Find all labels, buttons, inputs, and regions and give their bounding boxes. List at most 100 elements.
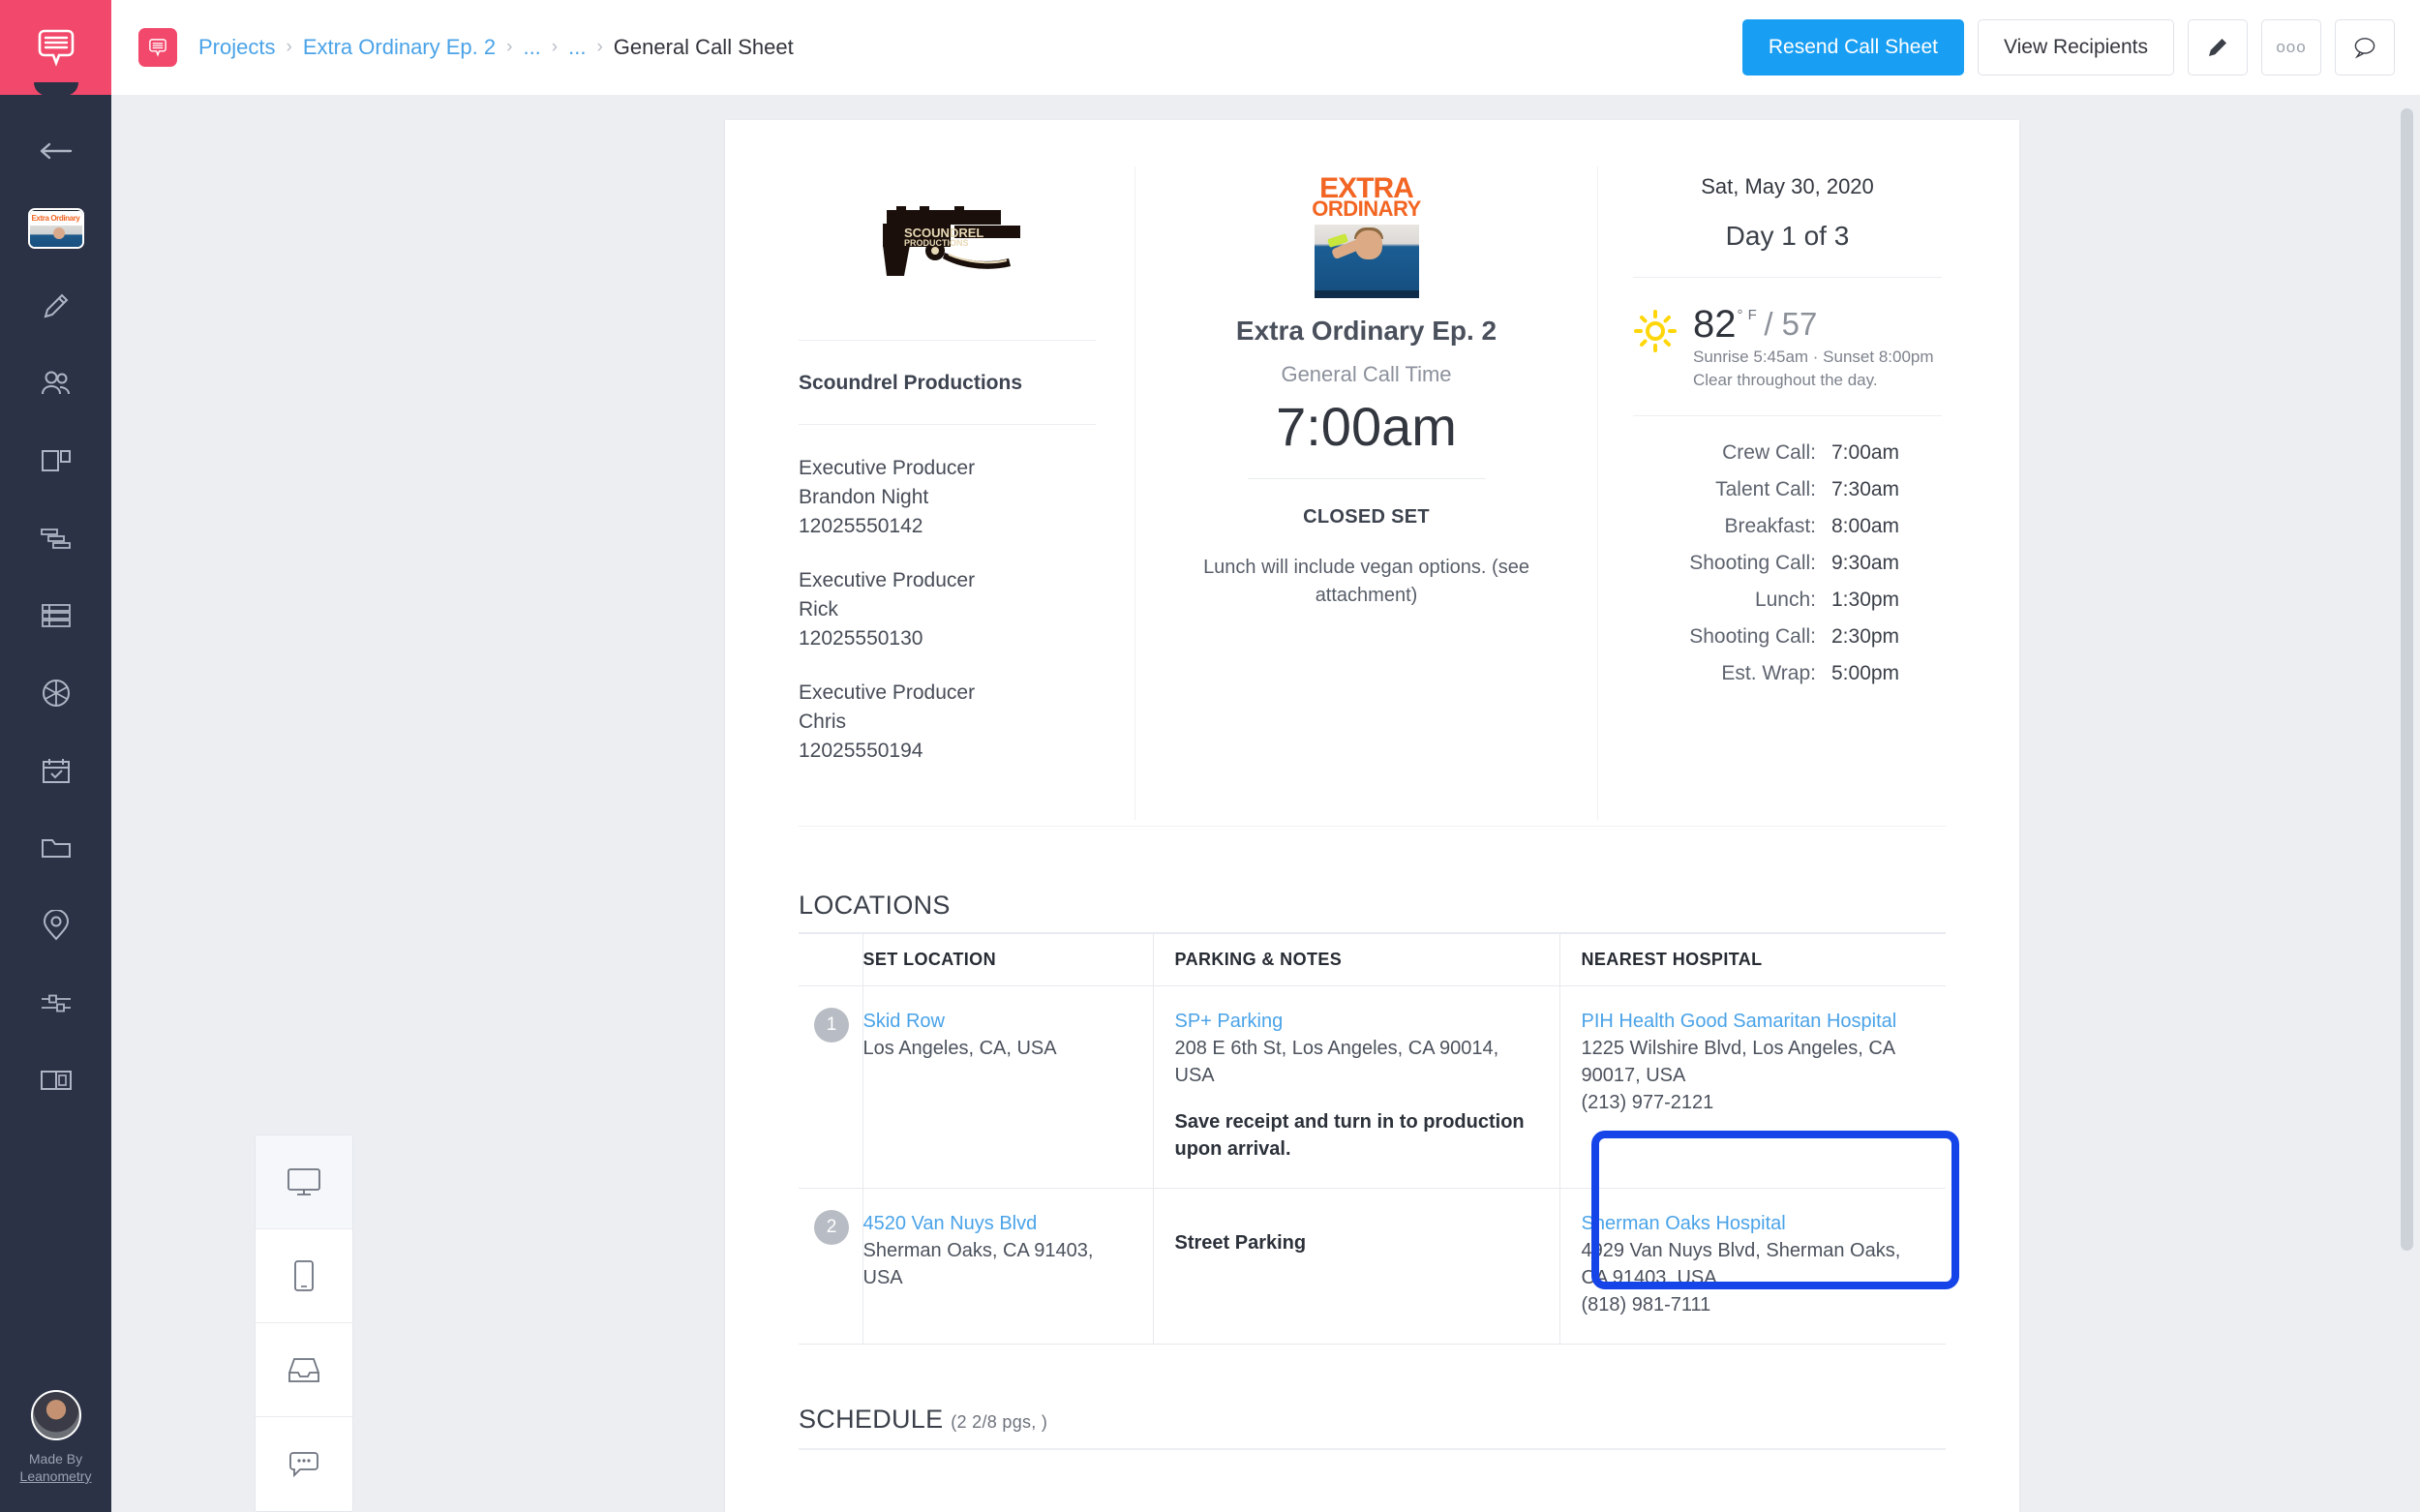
breadcrumb-separator: › bbox=[596, 37, 603, 57]
calendar-check-icon bbox=[42, 759, 70, 783]
toolbox-item-desktop[interactable] bbox=[256, 1135, 352, 1229]
set-location-address: Sherman Oaks, CA 91403, USA bbox=[862, 1240, 1094, 1288]
call-time-label: Breakfast: bbox=[1724, 515, 1816, 537]
sidebar-item-back[interactable] bbox=[0, 112, 111, 190]
locations-table: SET LOCATION PARKING & NOTES NEAREST HOS… bbox=[799, 932, 1946, 1345]
call-time-label: Est. Wrap: bbox=[1721, 662, 1816, 684]
columns-icon bbox=[41, 450, 71, 471]
call-time-label: Lunch: bbox=[1754, 589, 1816, 611]
call-time-value: 9:30am bbox=[1831, 552, 1900, 574]
breadcrumb-separator: › bbox=[506, 37, 513, 57]
top-bar-actions: Resend Call Sheet View Recipients ooo bbox=[1741, 19, 2395, 76]
call-time-column: EXTRA ORDINARY Extra Ordinary Ep. 2 Gene… bbox=[1135, 166, 1598, 820]
shoot-date: Sat, May 30, 2020 bbox=[1701, 174, 1874, 198]
hospital-phone: (213) 977-2121 bbox=[1581, 1092, 1714, 1113]
nearest-hospital-cell: Sherman Oaks Hospital 4929 Van Nuys Blvd… bbox=[1559, 1188, 1946, 1345]
closed-set-label: CLOSED SET bbox=[1303, 506, 1430, 528]
view-recipients-button[interactable]: View Recipients bbox=[1977, 19, 2174, 76]
production-company-name: Scoundrel Productions bbox=[799, 372, 1023, 394]
divider bbox=[799, 424, 1096, 425]
breadcrumb-item-ellipsis-2[interactable]: ... bbox=[568, 35, 586, 60]
sidebar-item-files[interactable] bbox=[0, 809, 111, 887]
breadcrumb-item-projects[interactable]: Projects bbox=[198, 35, 275, 60]
parking-address: 208 E 6th St, Los Angeles, CA 90014, USA bbox=[1174, 1038, 1499, 1086]
sidebar-item-reports[interactable] bbox=[0, 654, 111, 732]
sidebar-item-settings[interactable] bbox=[0, 964, 111, 1042]
set-location-address: Los Angeles, CA, USA bbox=[862, 1038, 1057, 1059]
pie-chart-icon bbox=[42, 680, 70, 707]
sidebar-item-project[interactable]: Extra Ordinary bbox=[0, 190, 111, 267]
credit-name: Rick bbox=[799, 598, 838, 620]
svg-text:PRODUCTIONS: PRODUCTIONS bbox=[904, 238, 969, 248]
schedule-section: SCHEDULE (2 2/8 pgs, ) bbox=[799, 1345, 1946, 1462]
parking-link[interactable]: SP+ Parking bbox=[1175, 1008, 1542, 1035]
hospital-link[interactable]: Sherman Oaks Hospital bbox=[1582, 1210, 1929, 1237]
top-bar: Projects › Extra Ordinary Ep. 2 › ... › … bbox=[111, 0, 2420, 95]
credit-role: Executive Producer bbox=[799, 457, 976, 479]
comments-button[interactable] bbox=[2335, 19, 2395, 76]
call-time-row: Talent Call: 7:30am bbox=[1633, 478, 1942, 501]
set-location-cell: Skid Row Los Angeles, CA, USA bbox=[862, 985, 1154, 1189]
sidebar-item-breakdown[interactable] bbox=[0, 577, 111, 654]
breadcrumb-separator: › bbox=[286, 37, 292, 57]
schedule-table-top-rule bbox=[799, 1448, 1946, 1462]
breadcrumb-separator: › bbox=[551, 37, 559, 57]
toolbox-item-comments[interactable] bbox=[256, 1417, 352, 1511]
more-options-button[interactable]: ooo bbox=[2261, 19, 2321, 76]
project-thumb-label: Extra Ordinary bbox=[31, 214, 80, 223]
user-avatar[interactable] bbox=[30, 1390, 81, 1440]
set-location-link[interactable]: Skid Row bbox=[863, 1008, 1135, 1035]
document-canvas: SCOUNDREL PRODUCTIONS Scoundrel Producti… bbox=[111, 95, 2420, 1512]
table-header-row: SET LOCATION PARKING & NOTES NEAREST HOS… bbox=[799, 932, 1946, 986]
col-nearest-hospital-header: NEAREST HOSPITAL bbox=[1559, 932, 1946, 986]
call-time-row: Lunch: 1:30pm bbox=[1633, 589, 1942, 612]
sidebar-item-schedule[interactable] bbox=[0, 499, 111, 577]
sidebar-item-contacts[interactable] bbox=[0, 345, 111, 422]
app-logo[interactable] bbox=[0, 0, 111, 96]
hospital-address: 4929 Van Nuys Blvd, Sherman Oaks, CA 914… bbox=[1581, 1240, 1901, 1288]
vertical-scrollbar[interactable] bbox=[2401, 108, 2413, 1251]
call-time-value: 8:00am bbox=[1831, 515, 1900, 537]
production-credit: Executive Producer Chris 12025550194 bbox=[799, 679, 1096, 766]
made-by-label: Made By Leanometry bbox=[20, 1450, 92, 1485]
desktop-icon bbox=[287, 1168, 320, 1195]
col-parking-notes-header: PARKING & NOTES bbox=[1153, 932, 1560, 986]
weather-readout: 82 ° F / 57 Sunrise 5:45am · Sunset 8:00… bbox=[1693, 303, 1934, 392]
edit-button[interactable] bbox=[2188, 19, 2248, 76]
table-row: 1 Skid Row Los Angeles, CA, USA SP+ Park… bbox=[799, 985, 1946, 1189]
call-times-list: Crew Call: 7:00am Talent Call: 7:30am Br… bbox=[1633, 415, 1942, 685]
hospital-phone: (818) 981-7111 bbox=[1581, 1294, 1711, 1315]
credit-role: Executive Producer bbox=[799, 569, 976, 591]
hospital-link[interactable]: PIH Health Good Samaritan Hospital bbox=[1582, 1008, 1929, 1035]
call-time-label: Shooting Call: bbox=[1689, 625, 1816, 648]
app-root: Extra Ordinary Made By Leanometry Projec… bbox=[0, 0, 2420, 1512]
credit-phone: 12025550130 bbox=[799, 627, 923, 650]
toolbox-item-mobile[interactable] bbox=[256, 1229, 352, 1323]
made-by-line2[interactable]: Leanometry bbox=[20, 1467, 92, 1485]
production-logo: SCOUNDREL PRODUCTIONS bbox=[862, 197, 1034, 286]
speech-bubble-logo-icon bbox=[38, 29, 74, 67]
mobile-icon bbox=[294, 1260, 314, 1291]
list-rows-icon bbox=[41, 604, 71, 627]
sidebar-item-calendar[interactable] bbox=[0, 732, 111, 809]
credit-role: Executive Producer bbox=[799, 681, 976, 704]
sidebar-item-library[interactable] bbox=[0, 1042, 111, 1119]
sidebar-item-boards[interactable] bbox=[0, 422, 111, 499]
sidebar-item-edit[interactable] bbox=[0, 267, 111, 345]
general-call-label: General Call Time bbox=[1281, 362, 1452, 386]
sliders-icon bbox=[41, 994, 71, 1013]
sidebar-item-locations[interactable] bbox=[0, 887, 111, 964]
breadcrumb-item-project[interactable]: Extra Ordinary Ep. 2 bbox=[303, 35, 496, 60]
production-credit: Executive Producer Rick 12025550130 bbox=[799, 566, 1096, 653]
call-sheet-badge-icon bbox=[138, 28, 177, 67]
locations-title: LOCATIONS bbox=[799, 891, 951, 920]
set-location-link[interactable]: 4520 Van Nuys Blvd bbox=[863, 1210, 1135, 1237]
show-poster: EXTRA ORDINARY bbox=[1293, 174, 1440, 298]
toolbox-item-inbox[interactable] bbox=[256, 1323, 352, 1417]
call-time-value: 2:30pm bbox=[1831, 625, 1900, 648]
resend-call-sheet-button[interactable]: Resend Call Sheet bbox=[1741, 19, 1964, 76]
nearest-hospital-cell: PIH Health Good Samaritan Hospital 1225 … bbox=[1559, 985, 1946, 1189]
breadcrumb-item-ellipsis-1[interactable]: ... bbox=[523, 35, 540, 60]
call-time-label: Crew Call: bbox=[1722, 441, 1816, 464]
temp-low: / 57 bbox=[1764, 306, 1818, 342]
